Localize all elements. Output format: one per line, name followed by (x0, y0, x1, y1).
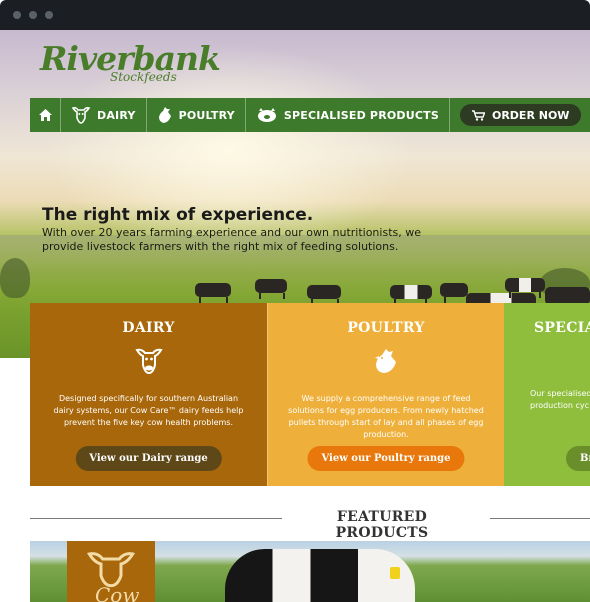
nav-item-poultry[interactable]: POULTRY (147, 98, 246, 132)
window-minimize-dot[interactable] (29, 11, 37, 19)
window-maximize-dot[interactable] (45, 11, 53, 19)
cow-care-badge: Cow (67, 541, 155, 602)
ear-tag (390, 567, 400, 579)
category-cards: DAIRY Designed specifically for southern… (30, 303, 590, 486)
divider-line (490, 518, 590, 519)
browse-specialised-button[interactable]: Bro (566, 446, 590, 471)
cow-figure (195, 283, 231, 303)
featured-heading-label: FEATURED PRODUCTS (335, 509, 429, 541)
window-close-dot[interactable] (13, 11, 21, 19)
poultry-card: POULTRY We supply a comprehensive range … (267, 303, 504, 486)
nav-item-label: SPECIALISED PRODUCTS (283, 108, 439, 122)
chicken-icon (375, 349, 396, 373)
cow-figure (505, 278, 545, 298)
order-now-button[interactable]: ORDER NOW (459, 104, 582, 126)
cow-figure (307, 285, 341, 305)
dairy-card: DAIRY Designed specifically for southern… (30, 303, 267, 486)
browser-chrome (0, 0, 590, 30)
featured-products-heading: FEATURED PRODUCTS (30, 509, 590, 541)
hero-headline: The right mix of experience. (42, 205, 314, 225)
cow-figure (255, 279, 287, 299)
tree (0, 258, 30, 298)
featured-product-banner[interactable]: Cow (30, 541, 590, 602)
specialised-card: SPECIA Our specialised production cyc Br… (504, 303, 590, 486)
nav-home[interactable] (30, 98, 61, 132)
card-icon-space (504, 336, 590, 376)
card-description: We supply a comprehensive range of feed … (288, 394, 484, 439)
nav-item-dairy[interactable]: DAIRY (61, 98, 147, 132)
nav-item-specialised[interactable]: SPECIALISED PRODUCTS (246, 98, 450, 132)
nav-item-label: POULTRY (178, 108, 235, 122)
cow-photo (225, 549, 415, 602)
card-description-line: Our specialised (530, 389, 590, 398)
card-description: Designed specifically for southern Austr… (53, 394, 244, 427)
nav-item-label: DAIRY (97, 108, 136, 122)
cow-head-icon (71, 106, 91, 124)
chicken-icon (158, 107, 171, 123)
view-dairy-range-button[interactable]: View our Dairy range (75, 446, 222, 471)
cow-head-icon (134, 348, 163, 375)
cow-figure (440, 283, 468, 303)
card-description-line: production cyc (530, 401, 590, 410)
home-icon (38, 109, 52, 121)
brand-logo[interactable]: Riverbank Stockfeeds (40, 42, 221, 85)
pig-icon (257, 108, 276, 122)
hero-intro: With over 20 years farming experience an… (42, 226, 421, 253)
main-nav: DAIRY POULTRY SPECIALISED PRODUCTS ORDER… (30, 98, 590, 132)
card-title: DAIRY (122, 320, 175, 336)
card-title: POULTRY (347, 320, 425, 336)
badge-text: Cow (95, 583, 140, 602)
cow-figure (390, 285, 432, 305)
order-now-label: ORDER NOW (491, 108, 570, 122)
view-poultry-range-button[interactable]: View our Poultry range (307, 446, 465, 471)
divider-line (30, 518, 282, 519)
card-title: SPECIA (534, 320, 590, 336)
cart-icon (471, 109, 485, 121)
